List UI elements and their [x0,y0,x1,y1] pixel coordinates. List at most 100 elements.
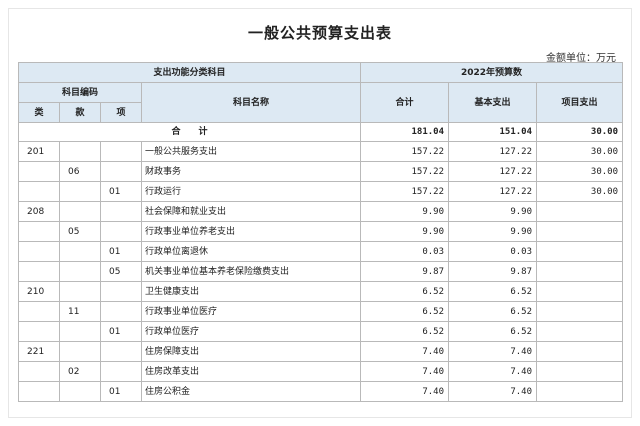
cell-lei: 210 [18,281,60,302]
cell-lei [18,161,60,182]
cell-kuan: 06 [59,161,101,182]
header-total: 合计 [360,82,449,123]
cell-xiang: 01 [100,181,142,202]
cell-project [536,241,623,262]
cell-lei [18,181,60,202]
cell-total: 6.52 [360,281,449,302]
cell-total: 7.40 [360,341,449,362]
cell-basic: 6.52 [448,281,537,302]
cell-basic: 0.03 [448,241,537,262]
cell-xiang: 01 [100,381,142,402]
header-project: 项目支出 [536,82,623,123]
cell-project [536,201,623,222]
cell-lei [18,261,60,282]
cell-kuan [59,181,101,202]
cell-subject-name: 行政运行 [141,181,361,202]
cell-subject-name: 社会保障和就业支出 [141,201,361,222]
cell-subject-name: 行政事业单位医疗 [141,301,361,322]
cell-kuan [59,281,101,302]
header-subject-name: 科目名称 [141,82,361,123]
cell-project [536,321,623,342]
cell-project: 30.00 [536,181,623,202]
cell-subject-name: 住房改革支出 [141,361,361,382]
cell-lei: 221 [18,341,60,362]
cell-lei [18,241,60,262]
table-row: 01 行政运行 157.22 127.22 30.00 [18,181,623,202]
cell-project [536,301,623,322]
cell-basic: 6.52 [448,321,537,342]
cell-project [536,281,623,302]
cell-lei: 208 [18,201,60,222]
cell-subject-name: 机关事业单位基本养老保险缴费支出 [141,261,361,282]
cell-basic: 9.87 [448,261,537,282]
header-lei: 类 [18,102,60,123]
cell-total: 9.90 [360,221,449,242]
table-row: 11 行政事业单位医疗 6.52 6.52 [18,301,623,322]
cell-basic: 7.40 [448,341,537,362]
cell-subject-name: 财政事务 [141,161,361,182]
cell-total: 157.22 [360,161,449,182]
cell-basic: 7.40 [448,381,537,402]
cell-subject-name: 行政事业单位养老支出 [141,221,361,242]
cell-project: 30.00 [536,161,623,182]
cell-xiang [100,361,142,382]
cell-kuan [59,141,101,162]
cell-xiang: 01 [100,321,142,342]
cell-basic: 127.22 [448,141,537,162]
cell-subject-name: 行政单位医疗 [141,321,361,342]
cell-total: 6.52 [360,321,449,342]
cell-project [536,261,623,282]
cell-kuan [59,341,101,362]
cell-subject-name: 行政单位离退休 [141,241,361,262]
cell-lei [18,321,60,342]
cell-xiang [100,161,142,182]
cell-lei [18,301,60,322]
cell-lei: 201 [18,141,60,162]
cell-kuan [59,201,101,222]
total-total: 181.04 [360,122,449,142]
table-row: 02 住房改革支出 7.40 7.40 [18,361,623,382]
cell-total: 7.40 [360,361,449,382]
header-xiang: 项 [100,102,142,123]
table-row: 01 住房公积金 7.40 7.40 [18,381,623,402]
header-basic: 基本支出 [448,82,537,123]
cell-total: 6.52 [360,301,449,322]
cell-kuan: 02 [59,361,101,382]
cell-xiang [100,201,142,222]
table-row: 221 住房保障支出 7.40 7.40 [18,341,623,362]
table-row: 01 行政单位医疗 6.52 6.52 [18,321,623,342]
cell-basic: 7.40 [448,361,537,382]
cell-xiang [100,341,142,362]
cell-subject-name: 卫生健康支出 [141,281,361,302]
cell-kuan [59,381,101,402]
cell-project [536,381,623,402]
cell-kuan: 05 [59,221,101,242]
cell-basic: 6.52 [448,301,537,322]
header-budget-year: 2022年预算数 [360,62,623,83]
header-subject-code: 科目编码 [18,82,142,103]
cell-kuan [59,321,101,342]
cell-total: 0.03 [360,241,449,262]
table-row: 201 一般公共服务支出 157.22 127.22 30.00 [18,141,623,162]
cell-project [536,361,623,382]
total-project: 30.00 [536,122,623,142]
cell-total: 7.40 [360,381,449,402]
table-row: 210 卫生健康支出 6.52 6.52 [18,281,623,302]
cell-lei [18,221,60,242]
table-row: 06 财政事务 157.22 127.22 30.00 [18,161,623,182]
cell-lei [18,381,60,402]
cell-xiang [100,281,142,302]
cell-xiang [100,141,142,162]
cell-xiang [100,301,142,322]
cell-basic: 9.90 [448,221,537,242]
cell-project [536,221,623,242]
cell-basic: 9.90 [448,201,537,222]
cell-subject-name: 一般公共服务支出 [141,141,361,162]
cell-total: 157.22 [360,141,449,162]
total-row: 合 计 181.04 151.04 30.00 [18,122,623,142]
budget-table: 支出功能分类科目 2022年预算数 科目编码 科目名称 合计 基本支出 项目支出… [18,62,623,402]
cell-project [536,341,623,362]
cell-project: 30.00 [536,141,623,162]
table-row: 01 行政单位离退休 0.03 0.03 [18,241,623,262]
cell-total: 157.22 [360,181,449,202]
